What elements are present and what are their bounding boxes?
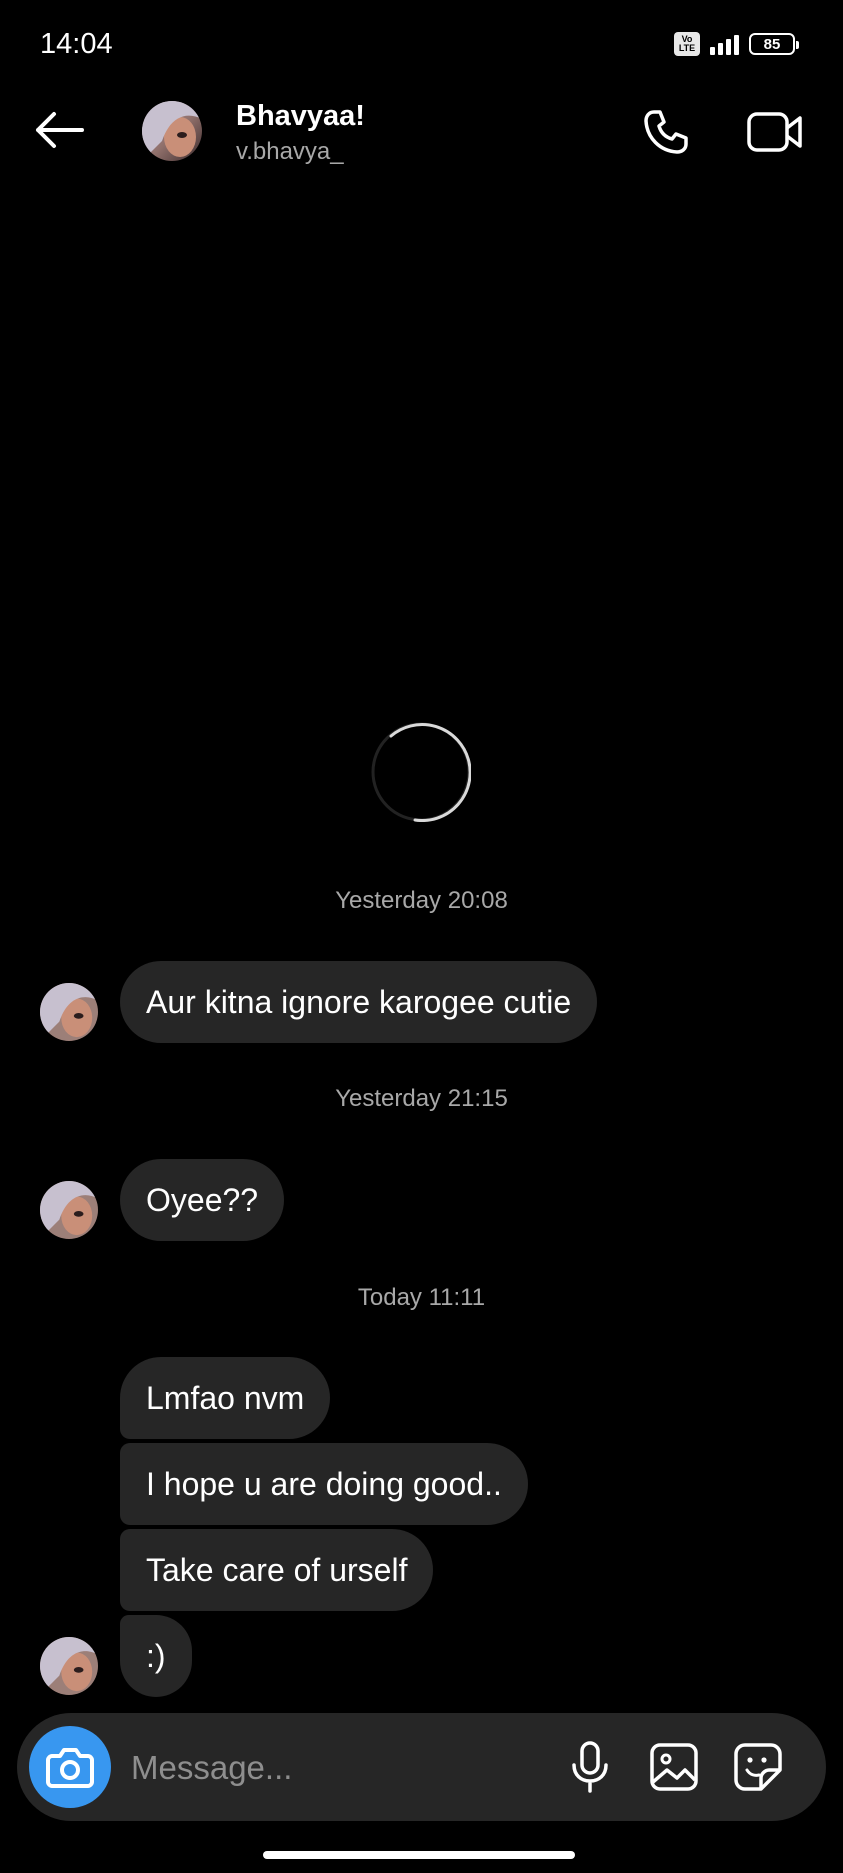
message-text: :) <box>146 1637 166 1674</box>
avatar-image <box>40 1637 98 1695</box>
chat-header: Bhavyaa! v.bhavya_ <box>0 90 843 170</box>
message-bubble[interactable]: Lmfao nvm <box>120 1357 331 1439</box>
video-call-button[interactable] <box>746 108 804 156</box>
status-indicators: Vo LTE 85 <box>674 32 799 56</box>
timestamp: Today 11:11 <box>357 1284 486 1311</box>
contact-avatar[interactable] <box>142 101 202 161</box>
timestamp: Yesterday 20:08 <box>335 887 508 914</box>
avatar-image <box>142 101 202 161</box>
message-text: Lmfao nvm <box>146 1379 305 1416</box>
sender-avatar[interactable] <box>40 1181 98 1239</box>
voice-call-button[interactable] <box>640 106 692 158</box>
avatar-image <box>40 1181 98 1239</box>
sender-avatar[interactable] <box>40 1637 98 1695</box>
message-bubble[interactable]: :) <box>120 1615 192 1697</box>
battery-level: 85 <box>763 35 781 53</box>
contact-handle[interactable]: v.bhavya_ <box>236 138 344 166</box>
message-bubble[interactable]: Take care of urself <box>120 1529 434 1611</box>
status-time: 14:04 <box>40 28 113 60</box>
microphone-icon <box>572 1741 608 1793</box>
message-input[interactable] <box>129 1737 553 1799</box>
camera-icon <box>46 1748 94 1788</box>
phone-icon <box>644 110 688 154</box>
message-bubble[interactable]: Aur kitna ignore karogee cutie <box>120 961 598 1043</box>
avatar-image <box>40 983 98 1041</box>
status-bar: 14:04 Vo LTE 85 <box>0 0 843 90</box>
gallery-button[interactable] <box>646 1739 702 1795</box>
message-text: Aur kitna ignore karogee cutie <box>146 983 572 1020</box>
video-camera-icon <box>747 112 802 152</box>
sticker-button[interactable] <box>730 1739 786 1795</box>
battery-icon: 85 <box>749 33 799 55</box>
message-bubble[interactable]: I hope u are doing good.. <box>120 1443 528 1525</box>
sender-avatar[interactable] <box>40 983 98 1041</box>
back-button[interactable] <box>30 108 90 152</box>
message-bubble[interactable]: Oyee?? <box>120 1159 285 1241</box>
volte-icon: Vo LTE <box>674 32 700 56</box>
message-text: Take care of urself <box>146 1551 408 1588</box>
message-text: Oyee?? <box>146 1181 259 1218</box>
signal-icon <box>710 33 739 55</box>
loading-spinner <box>371 722 472 823</box>
voice-message-button[interactable] <box>562 1739 618 1795</box>
gallery-icon <box>650 1743 698 1791</box>
sticker-icon <box>734 1743 782 1791</box>
timestamp: Yesterday 21:15 <box>335 1085 508 1112</box>
home-indicator[interactable] <box>263 1851 575 1859</box>
camera-button[interactable] <box>29 1726 111 1808</box>
message-composer <box>17 1713 826 1821</box>
contact-name[interactable]: Bhavyaa! <box>236 100 365 133</box>
message-text: I hope u are doing good.. <box>146 1465 502 1502</box>
back-arrow-icon <box>36 112 84 148</box>
